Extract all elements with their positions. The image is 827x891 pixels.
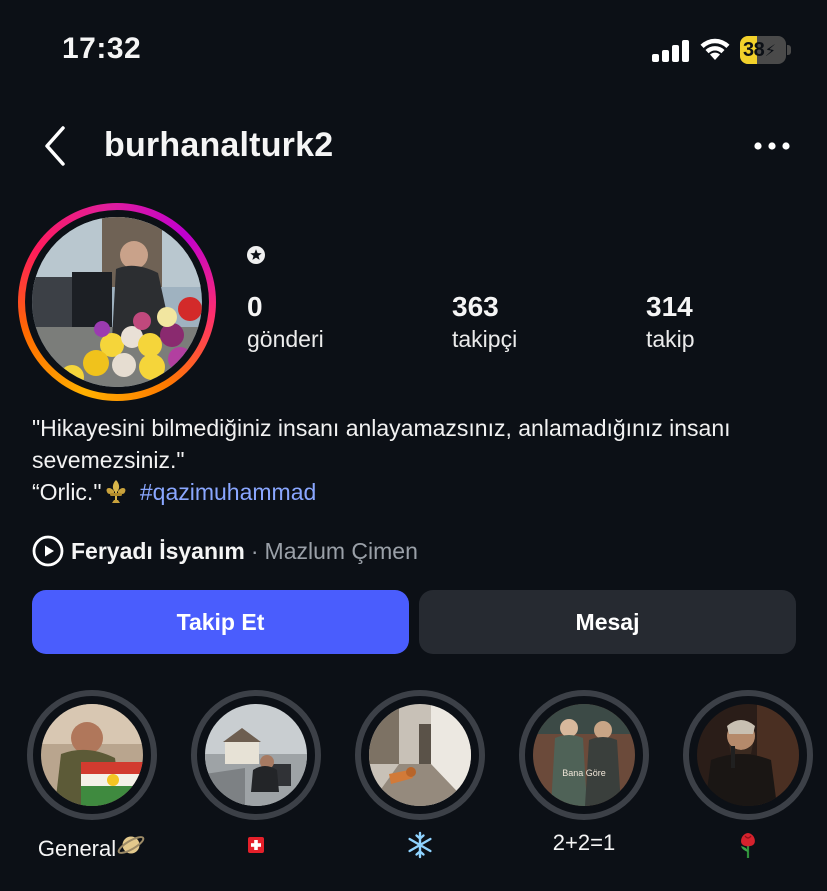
highlight-label: 2+2=1 — [552, 830, 616, 855]
following-count[interactable]: 314 takip — [646, 290, 695, 354]
story-ring[interactable] — [18, 203, 216, 401]
play-circle-icon — [32, 535, 64, 567]
highlight-label: General — [12, 830, 172, 862]
cellular-signal-icon — [652, 40, 689, 62]
highlight-cover — [697, 704, 799, 806]
highlight-cover — [369, 704, 471, 806]
highlight-ring — [27, 690, 157, 820]
profile-page: 17:32 38 ⚡ burhanalturk2 0 gönderi 363 t… — [0, 0, 827, 891]
followers-count[interactable]: 363 takipçi — [452, 290, 517, 354]
profile-avatar[interactable] — [32, 217, 202, 387]
saturn-icon — [117, 836, 145, 854]
fleur-de-lis-icon — [107, 480, 126, 503]
swiss-flag-icon — [248, 837, 264, 853]
message-button[interactable]: Mesaj — [419, 590, 796, 654]
highlight-item[interactable]: Bana Göre 2+2=1 — [519, 690, 649, 856]
username-title: burhanalturk2 — [104, 126, 334, 164]
highlight-cover — [41, 704, 143, 806]
highlight-cover — [205, 704, 307, 806]
charging-bolt-icon: ⚡ — [764, 43, 776, 60]
chevron-left-icon[interactable] — [34, 124, 78, 168]
posts-count: 0 gönderi — [247, 290, 324, 354]
posts-label: gönderi — [247, 326, 324, 352]
battery-charging-icon: 38 ⚡ — [740, 36, 792, 64]
song-separator: · — [250, 537, 259, 564]
posts-value: 0 — [247, 291, 263, 322]
status-time: 17:32 — [62, 32, 142, 65]
highlight-label — [668, 830, 827, 862]
snowflake-icon — [408, 831, 432, 859]
battery-percent: 38 — [743, 39, 765, 61]
highlight-item[interactable] — [191, 690, 321, 862]
followers-label: takipçi — [452, 326, 518, 352]
highlight-ring — [683, 690, 813, 820]
profile-header: burhanalturk2 — [0, 110, 827, 182]
highlight-label — [340, 830, 500, 862]
wifi-icon — [700, 38, 730, 60]
profile-music[interactable]: Feryadı İsyanım · Mazlum Çimen — [32, 533, 418, 569]
bio-line-2: sevemezsiniz." — [32, 447, 185, 473]
bio-quote: “Orlic." — [32, 479, 102, 505]
highlight-cover-text: Bana Göre — [562, 768, 606, 778]
followers-value: 363 — [452, 291, 499, 322]
avatar-photo — [32, 217, 202, 387]
status-bar: 17:32 38 ⚡ — [0, 0, 827, 100]
bio-line-3: “Orlic." #qazimuhammad — [32, 476, 812, 508]
song-title: Feryadı İsyanım — [71, 537, 245, 564]
highlight-label-text: General — [37, 836, 117, 861]
highlight-label — [176, 830, 336, 862]
bio-line-1: "Hikayesini bilmediğiniz insanı anlayama… — [32, 415, 731, 441]
following-label: takip — [646, 326, 695, 352]
following-value: 314 — [646, 291, 693, 322]
highlight-ring — [191, 690, 321, 820]
highlight-item[interactable] — [355, 690, 485, 862]
profile-bio: "Hikayesini bilmediğiniz insanı anlayama… — [32, 412, 812, 508]
battery-cap — [787, 45, 791, 55]
highlight-cover: Bana Göre — [533, 704, 635, 806]
follow-button[interactable]: Takip Et — [32, 590, 409, 654]
bio-hashtag-link[interactable]: #qazimuhammad — [140, 479, 316, 505]
highlight-ring — [355, 690, 485, 820]
highlight-item[interactable]: General — [27, 690, 157, 862]
ellipsis-icon[interactable] — [748, 132, 796, 160]
rose-icon — [741, 833, 755, 858]
highlight-ring: Bana Göre — [519, 690, 649, 820]
battery-body: 38 ⚡ — [740, 36, 786, 64]
highlight-item[interactable] — [683, 690, 813, 862]
star-circle-icon — [247, 246, 265, 264]
song-artist: Mazlum Çimen — [264, 537, 418, 564]
